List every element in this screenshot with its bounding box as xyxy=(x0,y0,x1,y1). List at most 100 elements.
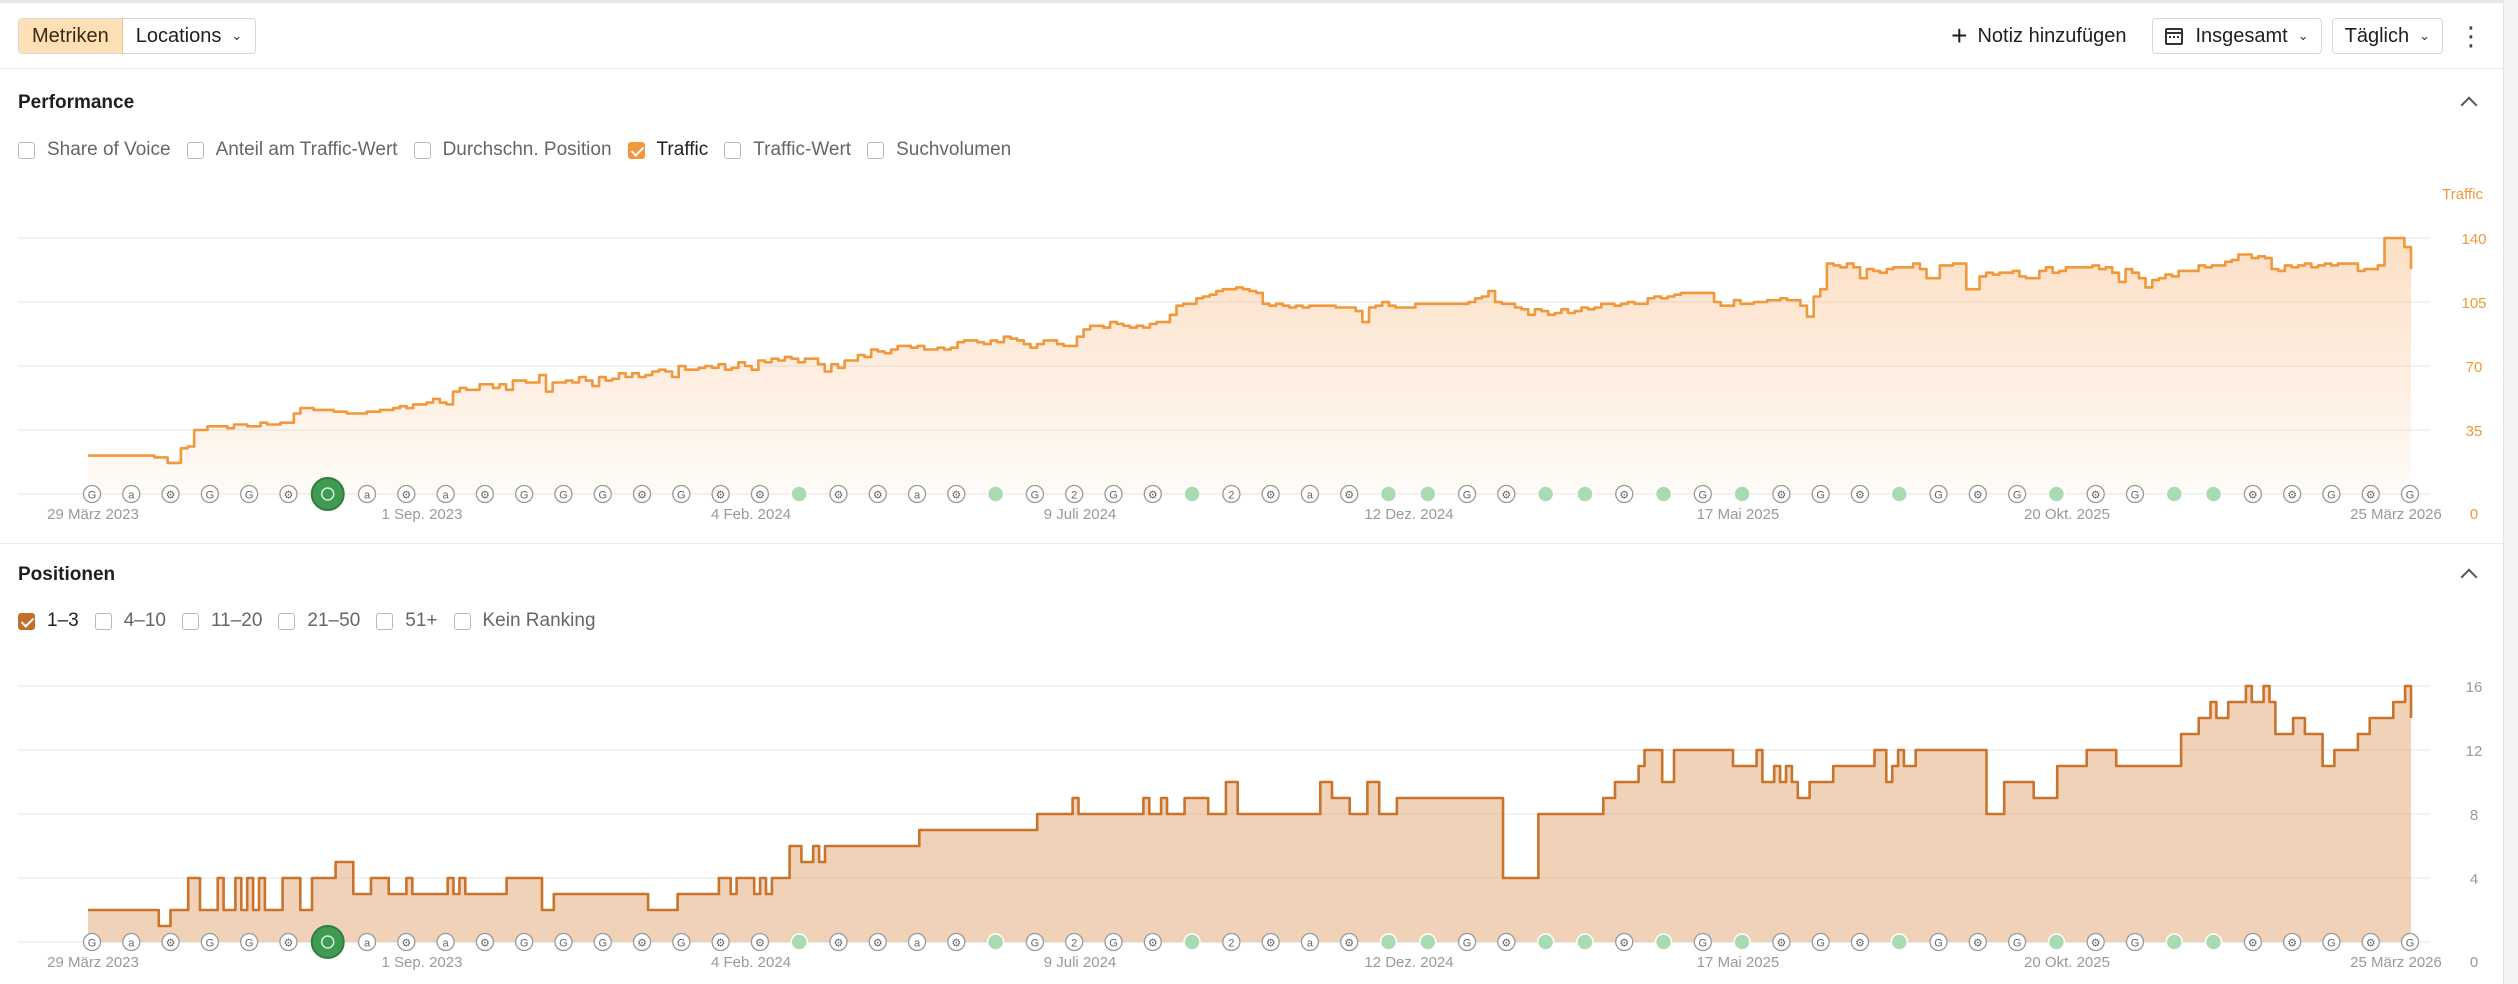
annotation-marker-green[interactable] xyxy=(2165,485,2184,503)
annotation-marker-a[interactable]: a xyxy=(357,932,377,952)
annotation-marker-gear[interactable]: ⚙ xyxy=(2361,932,2380,952)
annotation-marker-G[interactable]: G xyxy=(2322,932,2341,952)
annotation-marker-a[interactable]: a xyxy=(122,932,141,952)
annotation-marker-G[interactable]: G xyxy=(1104,932,1123,952)
annotation-marker-gear[interactable]: ⚙ xyxy=(868,932,887,952)
annotation-marker-green[interactable] xyxy=(1419,933,1437,951)
annotation-marker-G[interactable]: G xyxy=(515,932,534,952)
metric-checkbox-traffic-wert[interactable]: Traffic-Wert xyxy=(724,139,851,161)
annotation-marker-gear[interactable]: ⚙ xyxy=(161,484,180,504)
annotation-marker-gear[interactable]: ⚙ xyxy=(947,484,966,504)
annotation-marker-gear[interactable]: ⚙ xyxy=(1143,484,1162,504)
checkbox-box[interactable] xyxy=(186,141,204,159)
annotation-marker-gear[interactable]: ⚙ xyxy=(1968,932,1987,952)
annotation-marker-gear[interactable]: ⚙ xyxy=(1772,932,1791,952)
annotation-marker-G[interactable]: G xyxy=(82,484,102,504)
checkbox-box[interactable] xyxy=(867,141,885,159)
annotation-marker-big-green[interactable] xyxy=(310,925,345,959)
annotation-marker-gear[interactable]: ⚙ xyxy=(868,484,887,504)
annotation-marker-a[interactable]: a xyxy=(436,484,455,504)
annotation-marker-gear[interactable]: ⚙ xyxy=(1772,484,1791,504)
annotation-marker-a[interactable]: a xyxy=(907,932,927,952)
date-range-dropdown[interactable]: Insgesamt ⌄ xyxy=(2152,18,2322,54)
annotation-marker-gear[interactable]: ⚙ xyxy=(750,932,770,952)
annotation-marker-green[interactable] xyxy=(1576,933,1594,951)
metric-checkbox-traffic[interactable]: Traffic xyxy=(627,139,708,161)
annotation-marker-gear[interactable]: ⚙ xyxy=(711,484,730,504)
more-options-icon[interactable]: ⋮ xyxy=(2453,18,2489,54)
annotation-marker-gear[interactable]: ⚙ xyxy=(2086,932,2105,952)
annotation-marker-gear[interactable]: ⚙ xyxy=(1497,932,1516,952)
bucket-checkbox-kein-ranking[interactable]: Kein Ranking xyxy=(453,610,596,632)
annotation-marker-gear[interactable]: ⚙ xyxy=(750,484,770,504)
annotation-marker-green[interactable] xyxy=(1654,933,1673,951)
annotation-marker-gear[interactable]: ⚙ xyxy=(711,932,730,952)
annotation-marker-gear[interactable]: ⚙ xyxy=(2361,484,2380,504)
annotation-marker-G[interactable]: G xyxy=(593,932,612,952)
collapse-performance-icon[interactable] xyxy=(2458,92,2480,114)
annotation-marker-G[interactable]: G xyxy=(554,932,573,952)
annotation-marker-2[interactable]: 2 xyxy=(1222,484,1241,504)
annotation-marker-G[interactable]: G xyxy=(2400,484,2420,504)
bucket-checkbox-21-50[interactable]: 21–50 xyxy=(278,610,360,632)
annotation-marker-G[interactable]: G xyxy=(1693,932,1712,952)
annotation-marker-G[interactable]: G xyxy=(1025,484,1045,504)
annotation-marker-green[interactable] xyxy=(1536,933,1555,951)
annotation-marker-gear[interactable]: ⚙ xyxy=(397,932,416,952)
annotation-marker-a[interactable]: a xyxy=(436,932,455,952)
annotation-marker-gear[interactable]: ⚙ xyxy=(475,484,495,504)
annotation-marker-G[interactable]: G xyxy=(672,484,691,504)
annotation-marker-G[interactable]: G xyxy=(82,932,102,952)
annotation-marker-a[interactable]: a xyxy=(1300,484,1320,504)
scrollbar[interactable] xyxy=(2503,0,2518,984)
annotation-marker-gear[interactable]: ⚙ xyxy=(1497,484,1516,504)
annotation-marker-green[interactable] xyxy=(986,485,1005,503)
checkbox-box[interactable] xyxy=(181,612,199,630)
annotation-marker-green[interactable] xyxy=(2047,485,2066,503)
annotation-marker-gear[interactable]: ⚙ xyxy=(1143,932,1162,952)
annotation-marker-gear[interactable]: ⚙ xyxy=(2282,484,2302,504)
annotation-marker-G[interactable]: G xyxy=(1811,484,1830,504)
annotation-marker-gear[interactable]: ⚙ xyxy=(161,932,180,952)
annotation-marker-G[interactable]: G xyxy=(200,484,220,504)
annotation-marker-gear[interactable]: ⚙ xyxy=(829,932,848,952)
annotation-marker-green[interactable] xyxy=(790,933,808,951)
annotation-marker-green[interactable] xyxy=(1733,933,1751,951)
annotation-marker-green[interactable] xyxy=(1576,485,1594,503)
annotation-marker-G[interactable]: G xyxy=(240,932,259,952)
annotation-marker-G[interactable]: G xyxy=(2125,484,2145,504)
annotation-marker-G[interactable]: G xyxy=(2400,932,2420,952)
annotation-marker-gear[interactable]: ⚙ xyxy=(947,932,966,952)
annotation-marker-gear[interactable]: ⚙ xyxy=(1261,932,1280,952)
annotation-marker-G[interactable]: G xyxy=(593,484,612,504)
annotation-marker-gear[interactable]: ⚙ xyxy=(1968,484,1987,504)
annotation-marker-gear[interactable]: ⚙ xyxy=(2243,484,2262,504)
annotation-marker-gear[interactable]: ⚙ xyxy=(1340,932,1359,952)
metric-checkbox-anteil-am-traffic-wert[interactable]: Anteil am Traffic-Wert xyxy=(186,139,398,161)
annotation-marker-green[interactable] xyxy=(1183,933,1201,951)
bucket-checkbox-51[interactable]: 51+ xyxy=(376,610,438,632)
annotation-marker-gear[interactable]: ⚙ xyxy=(1615,484,1634,504)
annotation-marker-G[interactable]: G xyxy=(200,932,220,952)
annotation-marker-gear[interactable]: ⚙ xyxy=(1261,484,1280,504)
bucket-checkbox-11-20[interactable]: 11–20 xyxy=(181,610,262,632)
checkbox-box[interactable] xyxy=(627,141,645,159)
annotation-marker-2[interactable]: 2 xyxy=(1065,932,1084,952)
checkbox-box[interactable] xyxy=(278,612,296,630)
annotation-marker-G[interactable]: G xyxy=(240,484,259,504)
annotation-marker-gear[interactable]: ⚙ xyxy=(397,484,416,504)
metric-checkbox-share-of-voice[interactable]: Share of Voice xyxy=(18,139,171,161)
annotation-marker-gear[interactable]: ⚙ xyxy=(1850,484,1870,504)
annotation-marker-gear[interactable]: ⚙ xyxy=(2282,932,2302,952)
interval-dropdown[interactable]: Täglich ⌄ xyxy=(2331,18,2443,54)
add-note-button[interactable]: + Notiz hinzufügen xyxy=(1951,22,2126,50)
annotation-marker-2[interactable]: 2 xyxy=(1065,484,1084,504)
annotation-marker-green[interactable] xyxy=(1654,485,1673,503)
metric-checkbox-durchschn-position[interactable]: Durchschn. Position xyxy=(413,139,612,161)
metric-checkbox-suchvolumen[interactable]: Suchvolumen xyxy=(867,139,1011,161)
annotation-marker-G[interactable]: G xyxy=(515,484,534,504)
annotation-marker-gear[interactable]: ⚙ xyxy=(632,932,652,952)
collapse-positions-icon[interactable] xyxy=(2458,564,2480,586)
annotation-marker-green[interactable] xyxy=(1379,485,1398,503)
checkbox-box[interactable] xyxy=(724,141,742,159)
